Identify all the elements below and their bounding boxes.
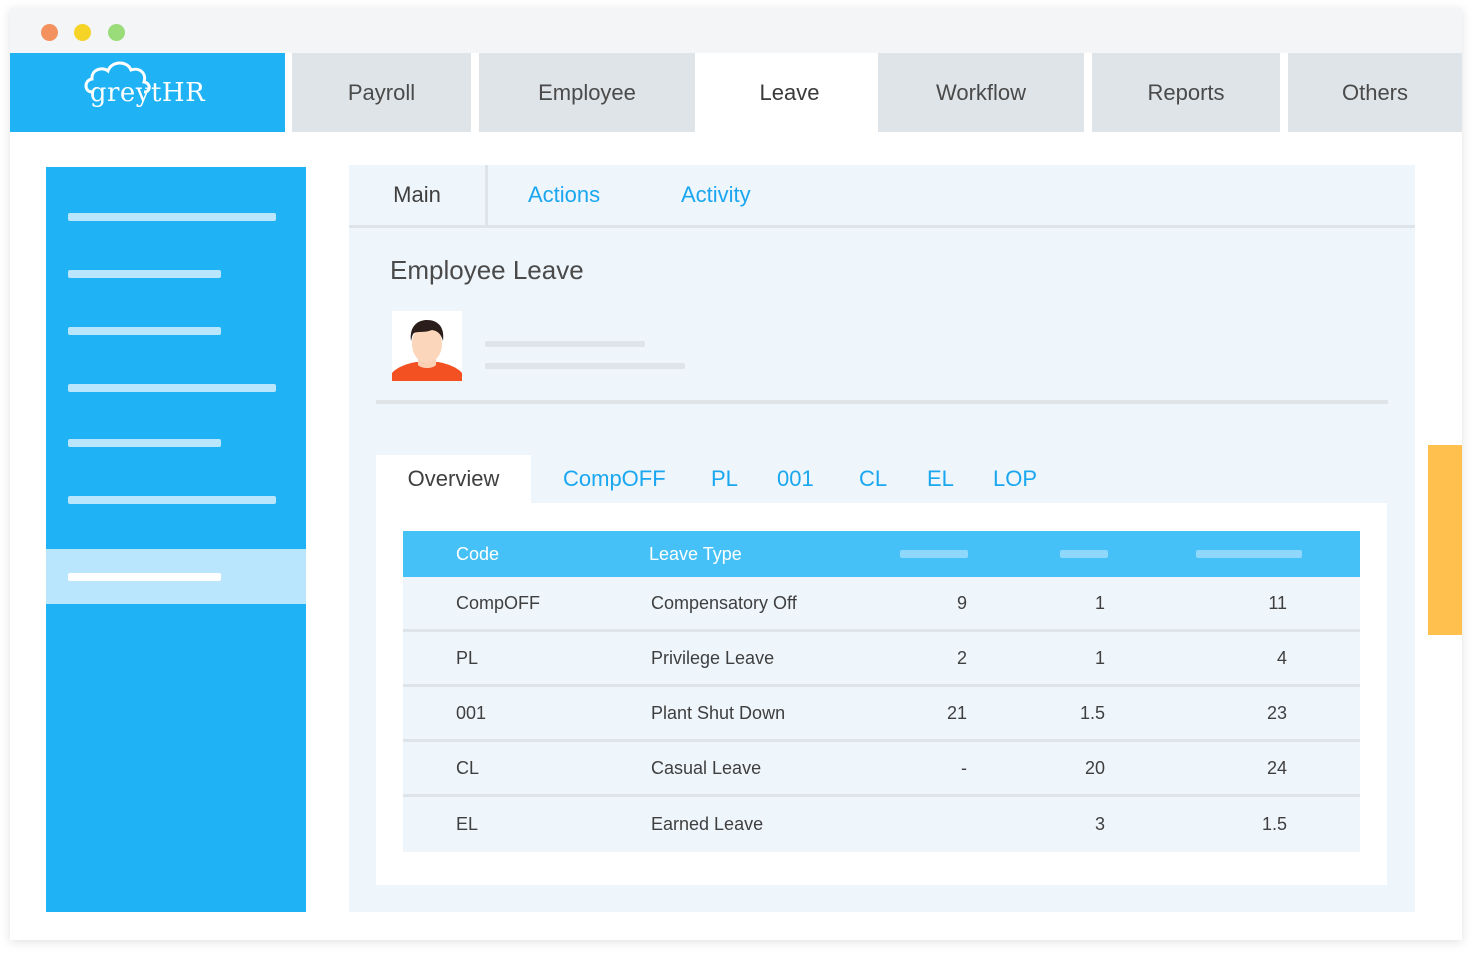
nav-tab-payroll[interactable]: Payroll	[292, 53, 471, 132]
app-window: greytHR Payroll Employee Leave Workflow …	[10, 8, 1462, 940]
nav-tab-label: Payroll	[347, 79, 416, 105]
header-leave-type[interactable]: Leave Type	[649, 544, 742, 565]
nav-tab-label: Reports	[1147, 79, 1225, 105]
tab-label: CompOFF	[563, 466, 666, 491]
tab-label: 001	[777, 466, 814, 491]
brand-logo[interactable]: greytHR	[10, 53, 285, 132]
user-avatar-icon	[392, 320, 462, 381]
page-title: Employee Leave	[390, 255, 584, 285]
table-row[interactable]: EL Earned Leave 3 1.5	[403, 797, 1360, 852]
employee-name-placeholder	[485, 341, 645, 347]
cell-col3: 2	[956, 647, 967, 668]
overview-panel: Code Leave Type CompOFF Compensatory Off…	[376, 503, 1387, 885]
sidebar	[46, 167, 306, 912]
tab-label: EL	[927, 466, 954, 491]
cell-col5: 11	[1268, 592, 1287, 613]
table-row[interactable]: CL Casual Leave - 20 24	[403, 742, 1360, 797]
sidebar-item-1[interactable]	[68, 213, 276, 221]
header-placeholder-col3	[900, 550, 968, 558]
cell-code: CompOFF	[456, 592, 541, 613]
cell-col3: 21	[946, 702, 967, 723]
tab-activity[interactable]: Activity	[681, 165, 751, 225]
close-window-button[interactable]	[41, 24, 58, 41]
sidebar-item-selected[interactable]	[46, 549, 306, 604]
cell-leave-type: Compensatory Off	[651, 592, 797, 613]
table-row[interactable]: PL Privilege Leave 2 1 4	[403, 632, 1360, 687]
nav-tab-label: Others	[1341, 79, 1409, 105]
cell-leave-type: Casual Leave	[651, 757, 762, 778]
nav-tab-label: Workflow	[935, 79, 1027, 105]
section-divider	[376, 400, 1388, 404]
leave-table: Code Leave Type CompOFF Compensatory Off…	[403, 531, 1360, 852]
tab-lop[interactable]: LOP	[993, 455, 1037, 503]
sub-tab-bar: Main Actions Activity	[349, 165, 1415, 228]
minimize-window-button[interactable]	[74, 24, 91, 41]
cell-code: EL	[456, 814, 479, 834]
tab-label: Overview	[407, 466, 500, 491]
cell-col5: 4	[1276, 647, 1287, 668]
sidebar-item-4[interactable]	[68, 384, 276, 392]
tab-overview[interactable]: Overview	[376, 455, 531, 503]
tab-label: Activity	[681, 182, 751, 207]
nav-tab-reports[interactable]: Reports	[1092, 53, 1280, 132]
tab-compoff[interactable]: CompOFF	[563, 455, 666, 503]
nav-tab-label: Leave	[759, 79, 820, 105]
logo-text: greytHR	[89, 77, 206, 108]
tab-label: Actions	[528, 182, 601, 207]
sidebar-item-selected-label	[68, 573, 221, 581]
employee-detail-placeholder	[485, 363, 685, 369]
cell-leave-type: Privilege Leave	[651, 647, 775, 668]
nav-tab-leave[interactable]: Leave	[702, 53, 877, 132]
side-feedback-tab[interactable]	[1428, 445, 1462, 635]
tab-label: PL	[711, 466, 738, 491]
tab-pl[interactable]: PL	[711, 455, 738, 503]
sidebar-item-3[interactable]	[68, 327, 221, 335]
window-titlebar	[10, 8, 1462, 53]
tab-cl[interactable]: CL	[859, 455, 887, 503]
cell-col3: 9	[956, 592, 967, 613]
cell-col4: 1.5	[1079, 702, 1105, 723]
cell-code: PL	[456, 647, 479, 668]
tab-label: LOP	[993, 466, 1038, 491]
cell-code: 001	[456, 702, 487, 723]
cell-col3: -	[961, 757, 967, 778]
nav-tab-label: Employee	[538, 79, 636, 105]
cell-leave-type: Plant Shut Down	[651, 702, 786, 723]
employee-avatar[interactable]	[392, 311, 462, 381]
table-row[interactable]: 001 Plant Shut Down 21 1.5 23	[403, 687, 1360, 742]
cell-col4: 1	[1094, 647, 1105, 668]
cell-col5: 1.5	[1261, 814, 1287, 834]
maximize-window-button[interactable]	[108, 24, 125, 41]
cell-code: CL	[456, 757, 480, 778]
header-placeholder-col5	[1196, 550, 1302, 558]
nav-tab-others[interactable]: Others	[1288, 53, 1462, 132]
tab-actions[interactable]: Actions	[528, 165, 600, 225]
nav-tab-employee[interactable]: Employee	[479, 53, 695, 132]
tab-001[interactable]: 001	[777, 455, 814, 503]
header-code[interactable]: Code	[456, 544, 499, 565]
main-panel: Main Actions Activity Employee Leave Ove…	[349, 165, 1415, 912]
tab-main[interactable]: Main	[349, 165, 488, 225]
cell-leave-type: Earned Leave	[651, 814, 764, 834]
table-row[interactable]: CompOFF Compensatory Off 9 1 11	[403, 577, 1360, 632]
header-placeholder-col4	[1060, 550, 1108, 558]
cell-col5: 23	[1266, 702, 1287, 723]
cell-col4: 20	[1084, 757, 1105, 778]
tab-el[interactable]: EL	[927, 455, 954, 503]
tab-label: CL	[859, 466, 888, 491]
sidebar-item-5[interactable]	[68, 439, 221, 447]
nav-tab-workflow[interactable]: Workflow	[878, 53, 1084, 132]
table-header: Code Leave Type	[403, 531, 1360, 577]
cell-col5: 24	[1266, 757, 1287, 778]
sidebar-item-6[interactable]	[68, 496, 276, 504]
tab-label: Main	[393, 182, 441, 207]
cell-col4: 1	[1094, 592, 1105, 613]
cell-col4: 3	[1094, 814, 1105, 834]
sidebar-item-2[interactable]	[68, 270, 221, 278]
